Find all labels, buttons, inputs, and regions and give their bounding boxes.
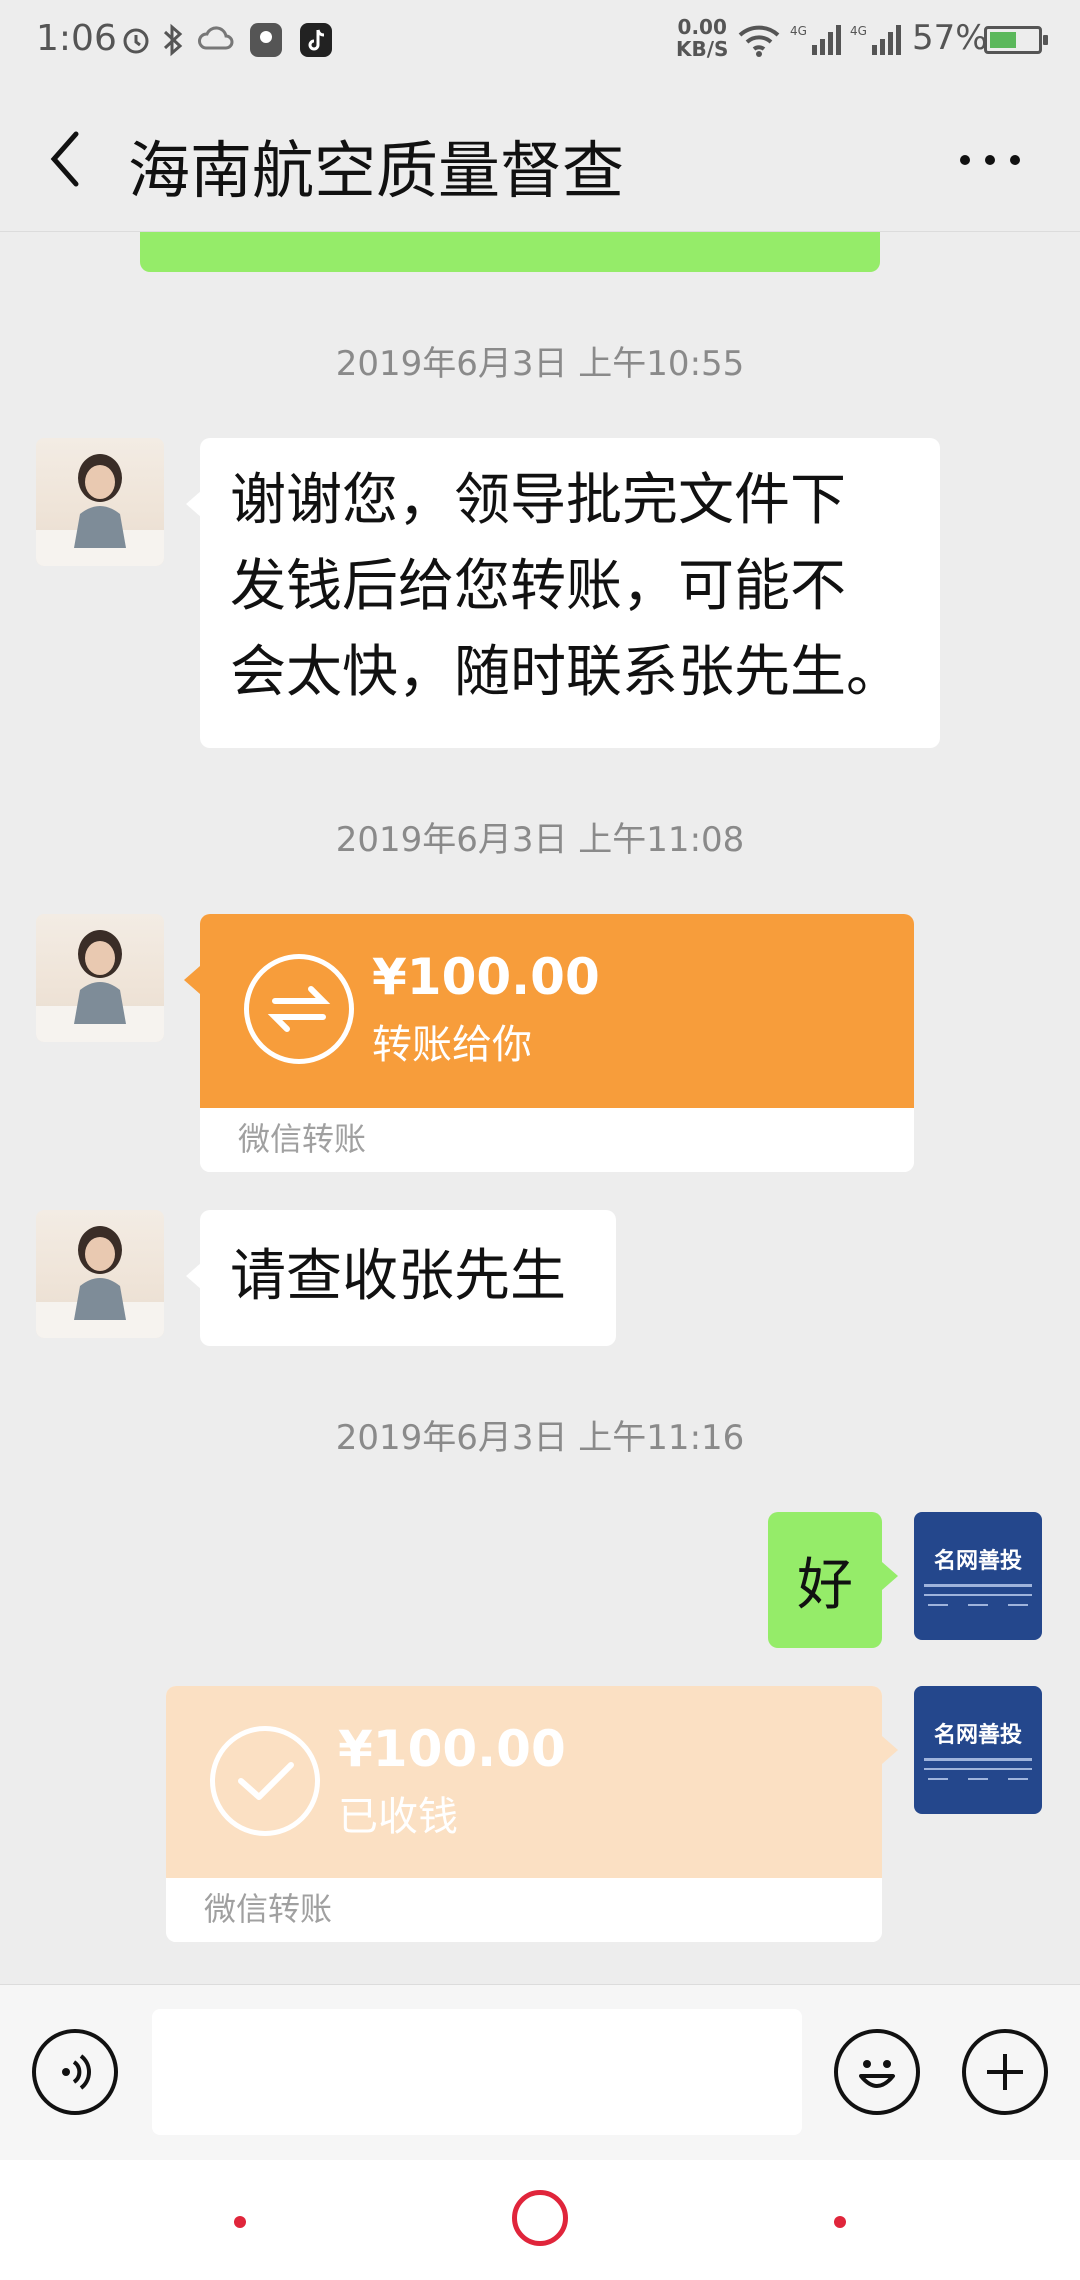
transfer-arrows-icon [244, 954, 354, 1064]
transfer-card-top: ¥100.00 转账给你 [200, 914, 914, 1108]
transfer-description: 转账给你 [372, 1022, 532, 1068]
net-speed-value: 0.00 [677, 15, 727, 39]
timestamp: 2019年6月3日 上午10:55 [335, 344, 745, 384]
chat-header: 海南航空质量督查 [0, 80, 1080, 232]
chat-title: 海南航空质量督查 [128, 134, 625, 207]
message-bubble-outgoing[interactable]: 好 [768, 1512, 898, 1648]
avatar[interactable] [36, 438, 164, 566]
brand-avatar-text: 名网善投 [934, 1548, 1022, 1574]
transfer-amount: ¥100.00 [372, 948, 600, 1006]
status-time: 1:06 [36, 18, 117, 59]
message-bubble[interactable]: 谢谢您，领导批完文件下 发钱后给您转账，可能不 会太快，随时联系张先生。 [186, 438, 940, 748]
voice-icon[interactable] [32, 2029, 118, 2115]
timestamp: 2019年6月3日 上午11:08 [335, 820, 745, 860]
avatar[interactable] [36, 914, 164, 1042]
net-speed: 0.00 KB/S [676, 16, 728, 60]
battery-icon [984, 26, 1048, 54]
signal-1-label: 4G [790, 24, 807, 38]
wifi-icon [736, 18, 782, 62]
transfer-card-received[interactable]: ¥100.00 已收钱 微信转账 [166, 1686, 882, 1942]
nav-back-button[interactable] [834, 2216, 846, 2228]
cloud-icon [196, 18, 236, 62]
transfer-amount: ¥100.00 [338, 1720, 566, 1778]
more-dots-icon[interactable] [960, 150, 1020, 170]
message-input[interactable] [152, 2009, 802, 2135]
tiktok-app-icon [298, 18, 334, 62]
signal-icon: 4G [790, 18, 842, 62]
chevron-left-icon[interactable] [40, 124, 100, 194]
status-bar: 1:06 0.00 KB/S 4G 4G 57% [0, 0, 1080, 80]
transfer-card[interactable]: ¥100.00 转账给你 微信转账 [200, 914, 914, 1172]
transfer-footer: 微信转账 [166, 1878, 882, 1942]
system-nav-bar [0, 2160, 1080, 2280]
bluetooth-icon [158, 18, 188, 62]
avatar[interactable] [36, 1210, 164, 1338]
bubble-tail [882, 1736, 898, 1764]
avatar[interactable]: 名网善投 [914, 1512, 1042, 1640]
signal-2-label: 4G [850, 24, 867, 38]
previous-message-bubble[interactable] [140, 232, 880, 272]
transfer-card-top: ¥100.00 已收钱 [166, 1686, 882, 1878]
message-text: 请查收张先生 [230, 1244, 566, 1309]
nav-menu-button[interactable] [234, 2216, 246, 2228]
timestamp: 2019年6月3日 上午11:16 [335, 1418, 745, 1458]
check-icon [210, 1726, 320, 1836]
message-text: 好 [797, 1552, 853, 1618]
message-line: 会太快，随时联系张先生。 [230, 640, 902, 705]
message-line: 发钱后给您转账，可能不 [230, 554, 846, 619]
brand-avatar-text: 名网善投 [934, 1722, 1022, 1748]
signal-icon: 4G [850, 18, 902, 62]
map-pin-app-icon [248, 18, 284, 62]
net-speed-unit: KB/S [676, 37, 729, 61]
message-line: 谢谢您，领导批完文件下 [230, 468, 846, 533]
emoji-icon[interactable] [834, 2029, 920, 2115]
battery-percent: 57% [912, 18, 988, 58]
alarm-icon [118, 18, 154, 62]
transfer-footer: 微信转账 [200, 1108, 914, 1172]
input-bar [0, 1984, 1080, 2160]
avatar[interactable]: 名网善投 [914, 1686, 1042, 1814]
nav-home-button[interactable] [512, 2190, 568, 2246]
plus-icon[interactable] [962, 2029, 1048, 2115]
battery-fill [990, 32, 1017, 48]
bubble-tail [184, 966, 200, 994]
transfer-description: 已收钱 [338, 1794, 458, 1840]
message-bubble[interactable]: 请查收张先生 [186, 1210, 616, 1346]
